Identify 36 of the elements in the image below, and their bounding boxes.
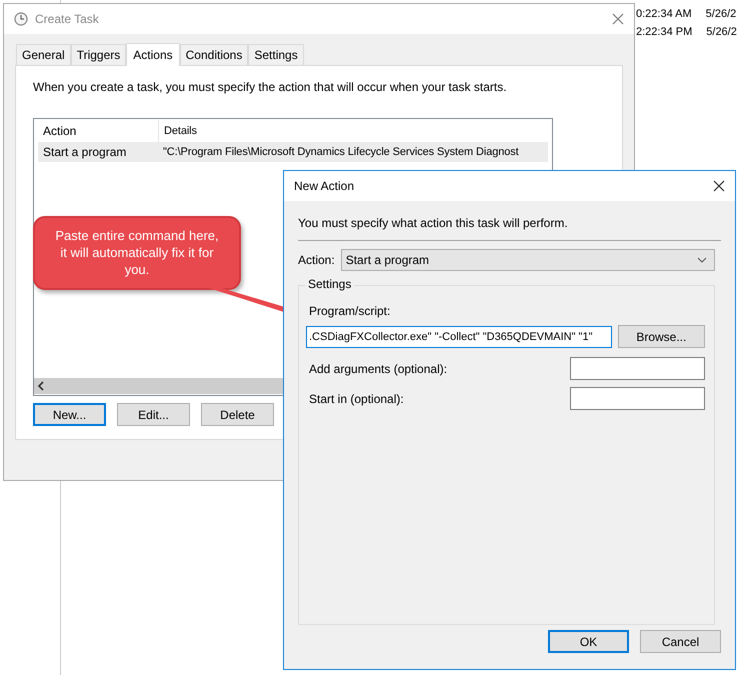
chevron-down-icon: [697, 257, 707, 263]
table-cell-text: "C:\Program Files\Microsoft Dynamics Lifecycle Services System Diagnost: [162, 146, 520, 158]
table-cell-text: Start a program: [42, 145, 128, 159]
field-label: Action:: [298, 253, 335, 267]
action-dropdown[interactable]: Start a program: [340, 249, 715, 271]
input-field[interactable]: [570, 387, 705, 410]
clock-icon: [14, 12, 28, 26]
browse-button[interactable]: Browse...: [618, 325, 705, 348]
field-label: Start in (optional):: [309, 392, 404, 406]
date-text: 5/26/2: [706, 8, 736, 20]
column-header[interactable]: Details: [159, 120, 202, 142]
tab[interactable]: Triggers: [70, 44, 126, 65]
field-label: Program/script:: [309, 304, 392, 318]
dialog-button[interactable]: Cancel: [640, 630, 721, 653]
date-text: 5/26/2: [706, 26, 737, 38]
instruction-text: You must specify what action this task will perform.: [298, 216, 569, 230]
tab[interactable]: General: [16, 44, 71, 65]
time-text: 0:22:34 AM: [636, 8, 692, 20]
tab[interactable]: Conditions: [180, 44, 248, 65]
dialog-button[interactable]: New...: [33, 403, 106, 426]
dialog-button[interactable]: Edit...: [117, 403, 190, 426]
time-text: 2:22:34 PM: [636, 26, 692, 38]
close-icon[interactable]: [713, 180, 725, 192]
field-label: Add arguments (optional):: [309, 362, 448, 376]
scroll-left-icon[interactable]: [37, 381, 45, 391]
input-field[interactable]: [570, 357, 705, 380]
window-title: Create Task: [35, 12, 100, 26]
description-text: When you create a task, you must specify the action that will occur when your task starts.: [33, 80, 508, 94]
group-title: Settings: [305, 277, 354, 291]
window-title: New Action: [294, 179, 356, 193]
tab[interactable]: Actions: [126, 43, 180, 66]
dialog-button[interactable]: Delete: [201, 403, 274, 426]
dialog-button[interactable]: OK: [548, 630, 629, 653]
tab[interactable]: Settings: [248, 44, 304, 65]
input-field[interactable]: .CSDiagFXCollector.exe" "-Collect" "D365QDEVMAIN" "1": [306, 326, 612, 348]
list-row[interactable]: Start a program "C:\Program Files\Microsoft Dynamics Lifecycle Services System Diagnost: [38, 142, 548, 162]
